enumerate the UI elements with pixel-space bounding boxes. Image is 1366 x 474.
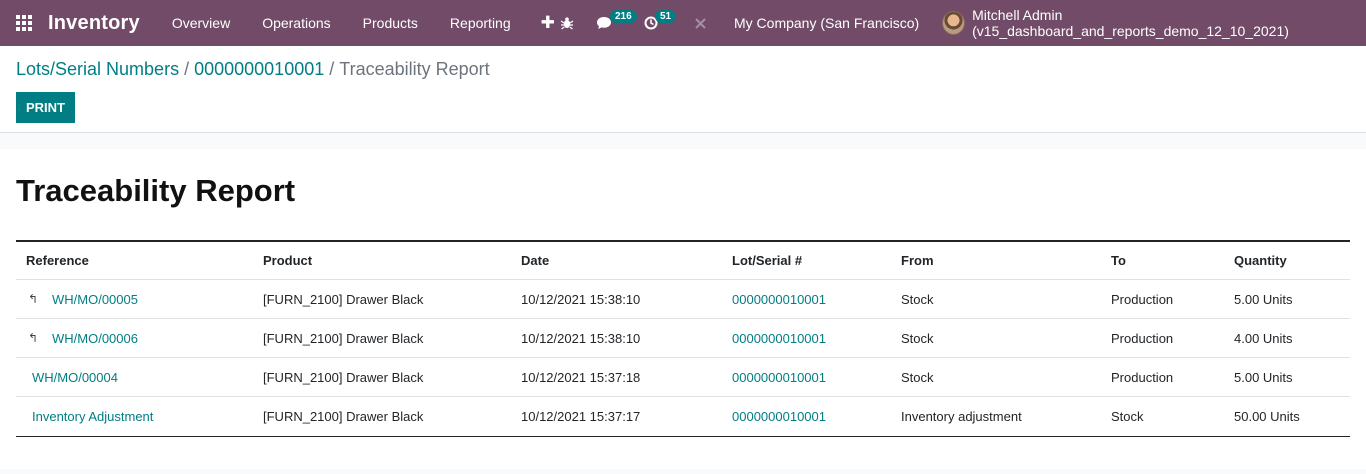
traceability-table: Reference Product Date Lot/Serial # From… bbox=[16, 240, 1350, 437]
table-row: ↰ WH/MO/00006 [FURN_2100] Drawer Black 1… bbox=[16, 319, 1350, 358]
app-title[interactable]: Inventory bbox=[48, 12, 140, 35]
menu-overview[interactable]: Overview bbox=[156, 0, 246, 46]
from-cell: Stock bbox=[901, 369, 934, 385]
breadcrumb-separator: / bbox=[329, 58, 335, 79]
date-cell: 10/12/2021 15:37:17 bbox=[521, 409, 641, 424]
lot-link[interactable]: 0000000010001 bbox=[723, 292, 892, 307]
top-navbar: Inventory Overview Operations Products R… bbox=[0, 0, 1366, 46]
bug-icon[interactable] bbox=[560, 0, 586, 46]
table-row: WH/MO/00004 [FURN_2100] Drawer Black 10/… bbox=[16, 358, 1350, 397]
menu-reporting[interactable]: Reporting bbox=[434, 0, 527, 46]
column-from: From bbox=[901, 253, 934, 268]
to-cell: Production bbox=[1111, 369, 1174, 385]
breadcrumb-separator: / bbox=[184, 58, 190, 79]
reference-cell: ↰ WH/MO/00005 bbox=[16, 292, 254, 307]
product-cell: [FURN_2100] Drawer Black bbox=[263, 291, 424, 307]
column-lot: Lot/Serial # bbox=[732, 253, 803, 268]
column-to: To bbox=[1111, 253, 1126, 268]
quantity-cell: 50.00 Units bbox=[1234, 409, 1300, 424]
apps-menu-icon[interactable] bbox=[0, 0, 48, 46]
breadcrumb-current: Traceability Report bbox=[339, 58, 490, 79]
report-sheet: Traceability Report Reference Product Da… bbox=[0, 149, 1366, 469]
reference-link[interactable]: WH/MO/00005 bbox=[52, 292, 138, 307]
reference-link[interactable]: WH/MO/00004 bbox=[32, 370, 118, 385]
report-title: Traceability Report bbox=[16, 173, 296, 208]
date-cell: 10/12/2021 15:38:10 bbox=[521, 330, 641, 346]
date-cell: 10/12/2021 15:38:10 bbox=[521, 291, 641, 307]
reference-cell: WH/MO/00004 bbox=[16, 370, 254, 385]
lot-link[interactable]: 0000000010001 bbox=[723, 331, 892, 346]
user-name: Mitchell Admin (v15_dashboard_and_report… bbox=[972, 7, 1289, 39]
messages-badge: 216 bbox=[610, 10, 637, 23]
table-row: ↰ WH/MO/00005 [FURN_2100] Drawer Black 1… bbox=[16, 280, 1350, 319]
company-switcher[interactable]: My Company (San Francisco) bbox=[734, 0, 919, 46]
print-button[interactable]: PRINT bbox=[16, 92, 75, 123]
quantity-cell: 4.00 Units bbox=[1234, 330, 1293, 346]
to-cell: Stock bbox=[1111, 409, 1144, 424]
lot-link[interactable]: 0000000010001 bbox=[723, 409, 892, 424]
table-header: Reference Product Date Lot/Serial # From… bbox=[16, 242, 1350, 280]
activities-badge: 51 bbox=[655, 10, 677, 23]
user-menu[interactable]: Mitchell Admin (v15_dashboard_and_report… bbox=[942, 0, 1366, 46]
to-cell: Production bbox=[1111, 330, 1174, 346]
caret-icon[interactable]: ↰ bbox=[26, 331, 52, 345]
product-cell: [FURN_2100] Drawer Black bbox=[263, 409, 424, 424]
menu-operations[interactable]: Operations bbox=[246, 0, 346, 46]
reference-link[interactable]: WH/MO/00006 bbox=[52, 331, 138, 346]
column-quantity: Quantity bbox=[1234, 253, 1287, 268]
column-reference: Reference bbox=[26, 253, 89, 268]
column-date: Date bbox=[521, 253, 550, 268]
control-panel: Lots/Serial Numbers / 0000000010001 / Tr… bbox=[0, 46, 1366, 133]
main-menu: Overview Operations Products Reporting ✚ bbox=[156, 0, 569, 46]
systray: 216 51 bbox=[560, 0, 718, 46]
column-product: Product bbox=[263, 253, 313, 268]
from-cell: Stock bbox=[901, 330, 934, 346]
avatar bbox=[942, 11, 966, 35]
reference-cell: Inventory Adjustment bbox=[16, 409, 254, 424]
reference-cell: ↰ WH/MO/00006 bbox=[16, 331, 254, 346]
lot-link[interactable]: 0000000010001 bbox=[723, 370, 892, 385]
quantity-cell: 5.00 Units bbox=[1234, 291, 1293, 307]
close-icon[interactable] bbox=[694, 0, 718, 46]
breadcrumb-lots[interactable]: Lots/Serial Numbers bbox=[16, 59, 179, 80]
product-cell: [FURN_2100] Drawer Black bbox=[263, 330, 424, 346]
quantity-cell: 5.00 Units bbox=[1234, 369, 1293, 385]
menu-products[interactable]: Products bbox=[347, 0, 434, 46]
to-cell: Production bbox=[1111, 291, 1174, 307]
messages-menu[interactable]: 216 bbox=[596, 0, 644, 46]
table-row: Inventory Adjustment [FURN_2100] Drawer … bbox=[16, 397, 1350, 436]
caret-icon[interactable]: ↰ bbox=[26, 292, 52, 306]
date-cell: 10/12/2021 15:37:18 bbox=[521, 369, 641, 385]
activities-menu[interactable]: 51 bbox=[644, 0, 692, 46]
breadcrumb-record[interactable]: 0000000010001 bbox=[194, 59, 324, 80]
product-cell: [FURN_2100] Drawer Black bbox=[263, 369, 424, 385]
breadcrumb: Lots/Serial Numbers / 0000000010001 / Tr… bbox=[16, 58, 1350, 80]
from-cell: Inventory adjustment bbox=[901, 409, 1022, 424]
reference-link[interactable]: Inventory Adjustment bbox=[32, 409, 153, 424]
from-cell: Stock bbox=[901, 291, 934, 307]
